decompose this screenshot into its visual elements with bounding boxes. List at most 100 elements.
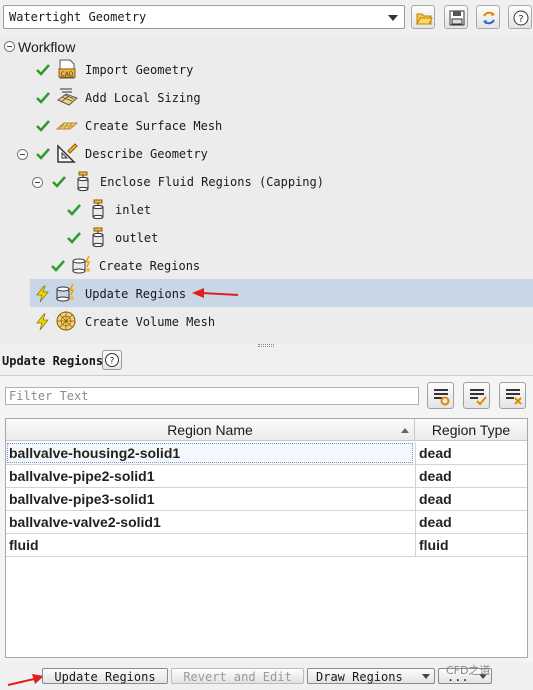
svg-text:?: ? [518,14,523,25]
collapse-icon[interactable] [17,149,28,160]
table-row[interactable]: ballvalve-pipe3-solid1 dead [6,488,527,511]
select-all-button[interactable] [463,382,490,409]
tree-item-create-volume-mesh[interactable]: Create Volume Mesh [0,309,533,335]
sort-ascending-icon [401,428,409,433]
region-type-cell[interactable]: dead [415,442,527,464]
pending-lightning-icon [36,313,49,331]
list-check-icon [470,389,487,406]
list-clear-icon [506,389,522,405]
check-icon [36,120,50,132]
region-type-cell[interactable]: dead [415,465,527,487]
table-row[interactable]: ballvalve-valve2-solid1 dead [6,511,527,534]
task-help-button[interactable]: ? [102,350,122,370]
task-title: Update Regions [2,354,104,368]
table-row[interactable]: ballvalve-housing2-solid1 dead [6,442,527,465]
cad-import-icon: CAD [58,59,76,79]
deselect-all-button[interactable] [499,382,526,409]
tree-item-label: Update Regions [85,287,187,301]
svg-text:CAD: CAD [61,71,74,78]
filter-field[interactable] [5,387,419,405]
list-filter-icon [434,389,450,406]
region-name-cell[interactable]: ballvalve-housing2-solid1 [6,442,414,464]
surface-mesh-icon [56,122,78,130]
tree-item-import-geometry[interactable]: CAD Import Geometry [0,57,533,83]
revert-and-edit-button[interactable]: Revert and Edit [171,668,304,684]
region-type-cell[interactable]: dead [415,511,527,533]
region-name-cell[interactable]: ballvalve-valve2-solid1 [6,511,414,533]
check-icon [36,148,50,160]
region-name-cell[interactable]: ballvalve-pipe3-solid1 [6,488,414,510]
tree-item-update-regions[interactable]: Update Regions [0,281,533,307]
annotation-arrow-icon [192,288,239,298]
workflow-tree: Workflow CAD Import Geometry Add Local S… [0,36,533,347]
tree-item-label: Add Local Sizing [85,91,201,105]
save-icon [449,10,465,26]
refresh-icon [483,11,495,25]
table-header: Region Name Region Type [6,419,527,441]
chevron-down-icon [388,15,398,21]
cap-icon [92,227,104,248]
tree-root-label: Workflow [18,39,76,55]
pending-lightning-icon [36,285,49,303]
collapse-icon[interactable] [32,177,43,188]
table-row[interactable]: ballvalve-pipe2-solid1 dead [6,465,527,488]
workflow-select[interactable]: Watertight Geometry [3,5,405,29]
svg-text:?: ? [110,357,115,367]
update-regions-button[interactable]: Update Regions [42,668,168,684]
tree-item-label: Create Volume Mesh [85,315,216,329]
top-toolbar: Watertight Geometry ? [0,0,533,36]
refresh-button[interactable] [476,5,500,29]
annotation-arrow-icon [7,674,44,686]
help-icon: ? [513,10,529,26]
volume-mesh-icon [56,311,76,331]
check-icon [36,92,50,104]
check-icon [67,204,81,216]
watermark: CFD之道 [446,664,491,677]
tree-item-label: Import Geometry [85,63,194,77]
check-icon [67,232,81,244]
tree-item-create-surface-mesh[interactable]: Create Surface Mesh [0,113,533,139]
filter-input[interactable] [6,388,418,404]
save-button[interactable] [444,5,468,29]
draw-regions-label: Draw Regions [316,670,403,684]
check-icon [51,260,65,272]
tree-item-label: outlet [115,231,159,245]
capping-icon [77,171,89,192]
chevron-down-icon[interactable] [422,674,430,679]
check-icon [36,64,50,76]
regions-table: Region Name Region Type ballvalve-housin… [5,418,528,658]
column-header-region-name[interactable]: Region Name [6,422,414,438]
describe-geometry-icon [57,143,78,163]
tree-item-label: Create Surface Mesh [85,119,223,133]
region-name-cell[interactable]: ballvalve-pipe2-solid1 [6,465,414,487]
tree-item-describe-geometry[interactable]: Describe Geometry [0,141,533,167]
help-button[interactable]: ? [508,5,532,29]
tree-item-label: Describe Geometry [85,147,208,161]
help-icon: ? [105,353,119,367]
region-type-cell[interactable]: fluid [415,534,527,556]
collapse-icon[interactable] [4,41,15,52]
tree-item-inlet[interactable]: inlet [0,197,533,223]
tree-item-enclose-fluid-regions[interactable]: Enclose Fluid Regions (Capping) [0,169,533,195]
open-button[interactable] [411,5,435,29]
tree-item-label: Enclose Fluid Regions (Capping) [100,175,324,189]
tree-item-label: inlet [115,203,152,217]
table-row[interactable]: fluid fluid [6,534,527,557]
tree-item-outlet[interactable]: outlet [0,225,533,251]
filter-options-button[interactable] [427,382,454,409]
check-icon [52,176,66,188]
open-folder-icon [416,13,433,25]
region-type-cell[interactable]: dead [415,488,527,510]
splitter-handle[interactable] [258,344,274,347]
workflow-select-value: Watertight Geometry [9,10,147,24]
create-regions-icon [72,255,91,274]
update-regions-icon [56,283,75,302]
draw-regions-button[interactable]: Draw Regions [307,668,435,684]
tree-item-label: Create Regions [99,259,201,273]
local-sizing-icon [57,88,78,106]
region-name-cell[interactable]: fluid [6,534,414,556]
tree-item-add-local-sizing[interactable]: Add Local Sizing [0,85,533,111]
tree-item-create-regions[interactable]: Create Regions [0,253,533,279]
column-header-region-type[interactable]: Region Type [415,422,527,438]
cap-icon [92,199,104,220]
